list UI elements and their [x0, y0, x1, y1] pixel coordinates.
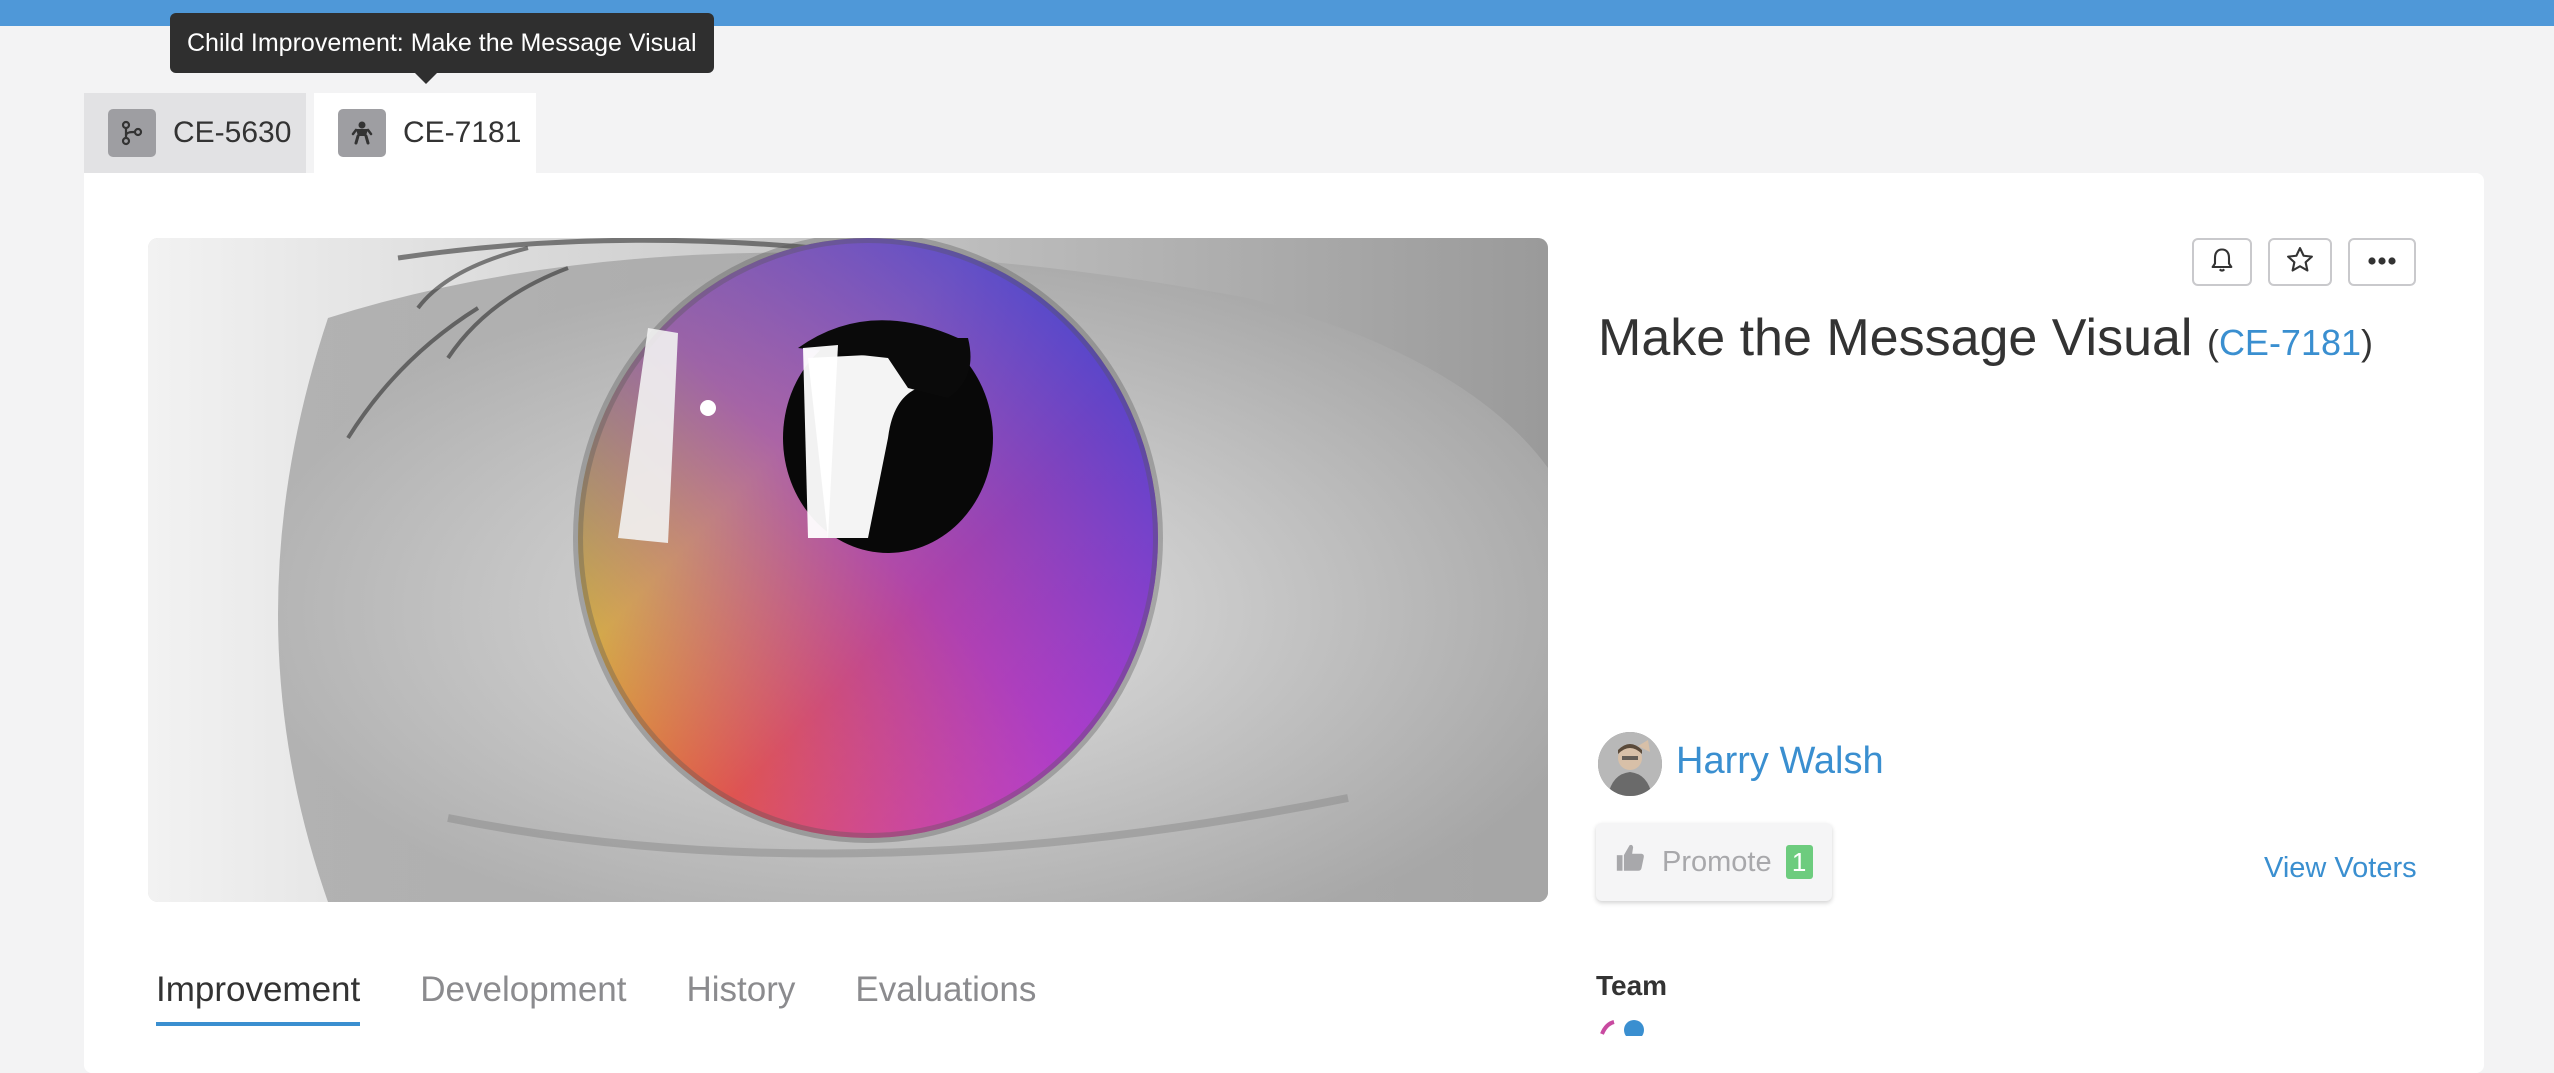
- tab-history[interactable]: History: [686, 970, 795, 1026]
- promote-count-badge: 1: [1785, 845, 1813, 879]
- notify-button[interactable]: [2192, 238, 2252, 286]
- author-name-link[interactable]: Harry Walsh: [1676, 740, 1884, 783]
- bell-icon: [2208, 246, 2236, 279]
- star-icon: [2285, 245, 2315, 280]
- code-paren-close: ): [2361, 322, 2374, 363]
- tab-label: CE-5630: [173, 116, 292, 149]
- tab-label: CE-7181: [403, 116, 522, 149]
- detail-tabs: Improvement Development History Evaluati…: [156, 970, 1036, 1026]
- promote-label: Promote: [1662, 845, 1772, 878]
- idea-hero-image: [148, 238, 1548, 902]
- idea-title-block: Make the Message Visual (CE-7181): [1598, 308, 2373, 368]
- tab-tooltip: Child Improvement: Make the Message Visu…: [170, 13, 714, 84]
- idea-code-link[interactable]: CE-7181: [2219, 322, 2361, 363]
- view-voters-link[interactable]: View Voters: [2264, 852, 2417, 885]
- tab-development[interactable]: Development: [420, 970, 626, 1026]
- branch-icon: [108, 109, 156, 157]
- author-avatar[interactable]: [1598, 732, 1662, 796]
- child-icon: [338, 109, 386, 157]
- promote-button[interactable]: Promote 1: [1596, 823, 1832, 901]
- thumbs-up-icon: [1614, 841, 1648, 883]
- tab-current-idea[interactable]: CE-7181: [314, 93, 536, 173]
- code-paren-open: (: [2206, 322, 2219, 363]
- tab-parent-idea[interactable]: CE-5630: [84, 93, 306, 173]
- tooltip-text: Child Improvement: Make the Message Visu…: [187, 29, 697, 57]
- idea-title: Make the Message Visual: [1598, 309, 2193, 367]
- team-label: Team: [1596, 970, 1668, 1001]
- tab-improvement[interactable]: Improvement: [156, 970, 361, 1026]
- more-button[interactable]: [2348, 238, 2416, 286]
- team-avatars[interactable]: [1600, 1016, 1650, 1040]
- ellipsis-icon: [2367, 253, 2397, 271]
- favorite-button[interactable]: [2268, 238, 2332, 286]
- tab-evaluations[interactable]: Evaluations: [855, 970, 1036, 1026]
